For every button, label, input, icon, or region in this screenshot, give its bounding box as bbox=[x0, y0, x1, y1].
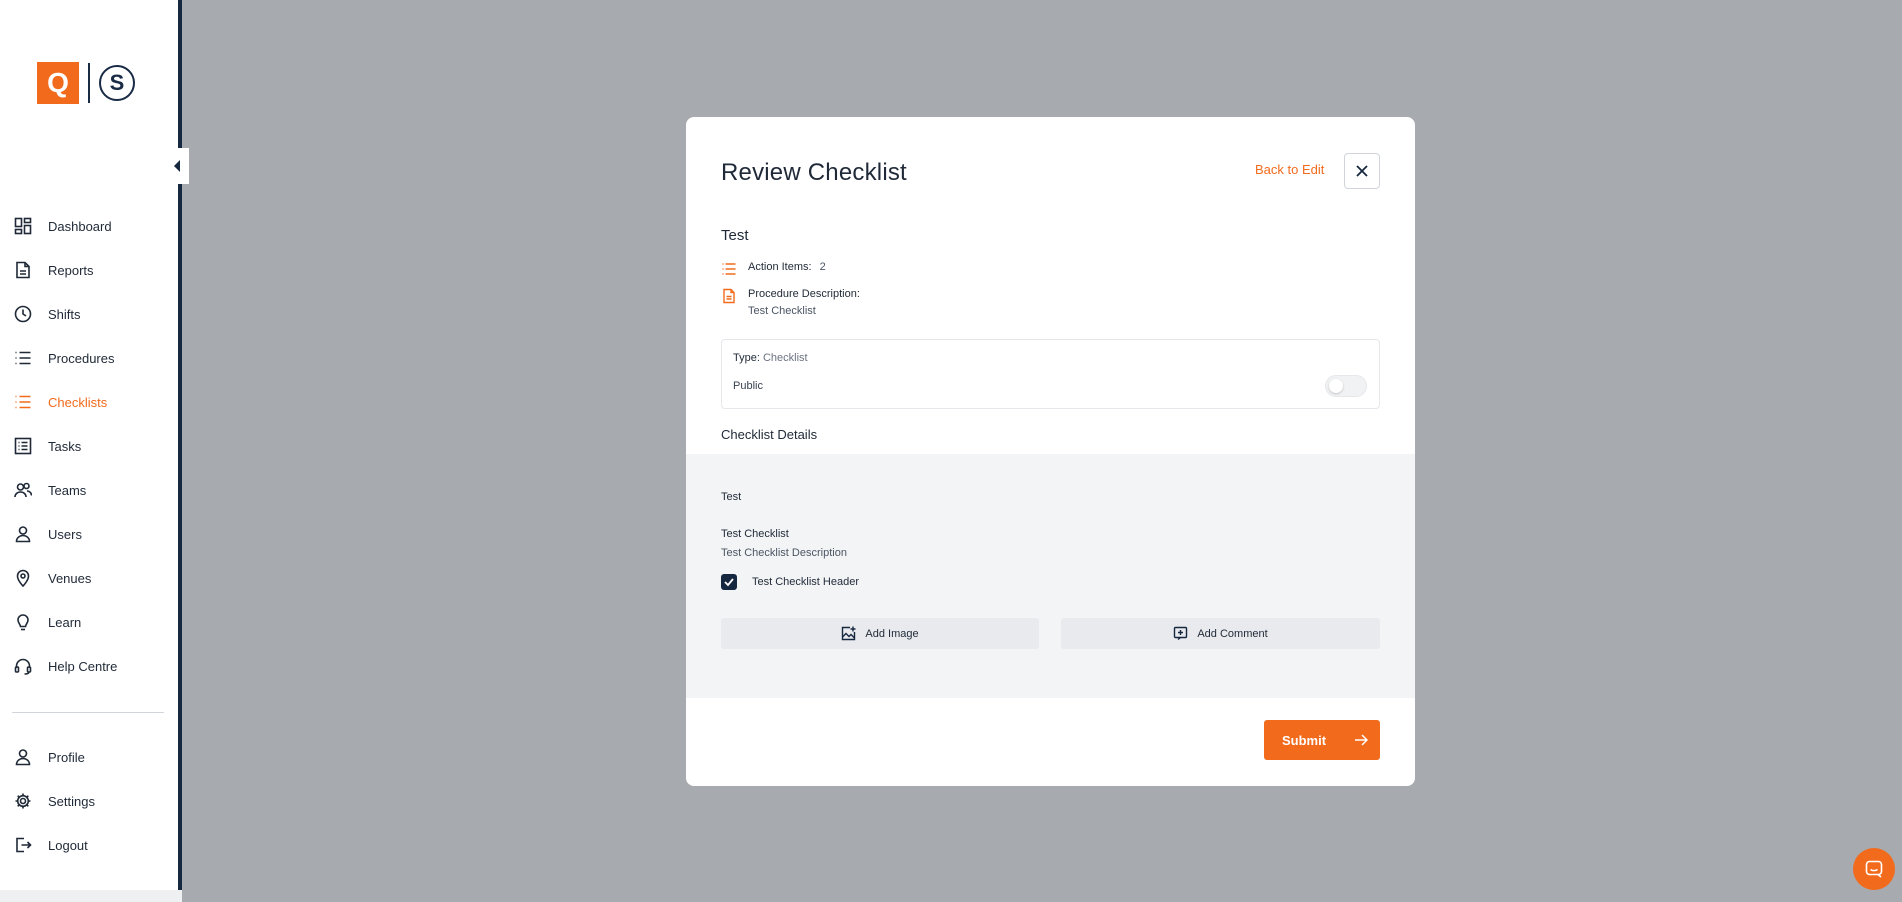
chevron-left-icon bbox=[174, 160, 180, 172]
add-comment-label: Add Comment bbox=[1197, 627, 1268, 640]
checklist-details-panel: Test Test Checklist Test Checklist Descr… bbox=[686, 454, 1415, 698]
sidebar-item-label: Logout bbox=[48, 837, 88, 853]
sidebar-item-profile[interactable]: Profile bbox=[14, 745, 85, 769]
document-icon bbox=[723, 288, 735, 304]
back-to-edit-link[interactable]: Back to Edit bbox=[1255, 162, 1324, 177]
chat-support-button[interactable] bbox=[1853, 848, 1895, 890]
sidebar-item-label: Venues bbox=[48, 570, 92, 586]
checklist-icon bbox=[722, 263, 736, 275]
checklist-header-label: Test Checklist Header bbox=[752, 576, 859, 588]
sidebar-item-checklists[interactable]: Checklists bbox=[14, 390, 107, 414]
logo: Q S bbox=[37, 62, 135, 104]
sidebar-item-dashboard[interactable]: Dashboard bbox=[14, 214, 112, 238]
checklist-header-row: Test Checklist Header bbox=[721, 574, 859, 590]
checklist-details-heading: Checklist Details bbox=[721, 427, 818, 442]
action-items-label: Action Items: bbox=[748, 261, 812, 273]
sidebar-item-label: Checklists bbox=[48, 394, 108, 410]
type-value: Checklist bbox=[762, 352, 808, 364]
sidebar-item-procedures[interactable]: Procedures bbox=[14, 346, 114, 370]
public-toggle[interactable] bbox=[1325, 375, 1367, 397]
sidebar-item-label: Users bbox=[48, 526, 82, 542]
sidebar-item-label: Teams bbox=[48, 482, 87, 498]
add-image-label: Add Image bbox=[865, 627, 919, 640]
procedure-description-value: Test Checklist bbox=[748, 305, 816, 317]
sidebar-item-learn[interactable]: Learn bbox=[14, 610, 81, 634]
checklist-icon bbox=[14, 393, 32, 411]
user-icon bbox=[14, 525, 32, 543]
sidebar-item-label: Tasks bbox=[48, 438, 82, 454]
sidebar-footer-strip bbox=[0, 890, 182, 902]
tasks-icon bbox=[14, 437, 32, 455]
type-settings-box: Type: Checklist Public bbox=[721, 339, 1380, 409]
gear-icon bbox=[14, 792, 32, 810]
document-icon bbox=[14, 261, 32, 279]
lightbulb-icon bbox=[14, 613, 32, 631]
public-label: Public bbox=[733, 380, 763, 392]
sidebar-item-help-centre[interactable]: Help Centre bbox=[14, 654, 117, 678]
sidebar: Q S Dashboard Reports Shifts Procedures … bbox=[0, 0, 189, 902]
checklist-name: Test bbox=[721, 227, 749, 244]
logo-q-mark: Q bbox=[37, 62, 79, 104]
submit-label: Submit bbox=[1282, 732, 1327, 748]
checkmark-icon bbox=[724, 578, 734, 587]
sidebar-item-label: Profile bbox=[48, 749, 85, 765]
procedure-description-row: Procedure Description: bbox=[721, 288, 860, 304]
sidebar-item-label: Help Centre bbox=[48, 658, 118, 674]
action-items-value: 2 bbox=[819, 261, 826, 273]
checklist-item-title: Test Checklist bbox=[721, 528, 789, 540]
close-icon bbox=[1356, 165, 1368, 177]
user-icon bbox=[14, 748, 32, 766]
header-checkbox[interactable] bbox=[721, 574, 737, 590]
dashboard-icon bbox=[14, 217, 32, 235]
collapse-sidebar-button[interactable] bbox=[165, 148, 189, 184]
type-label: Type: bbox=[733, 352, 760, 364]
procedure-description-label: Procedure Description: bbox=[748, 288, 860, 300]
close-button[interactable] bbox=[1344, 153, 1380, 189]
add-comment-icon bbox=[1174, 626, 1188, 641]
arrow-right-icon bbox=[1355, 734, 1368, 746]
section-title: Test bbox=[721, 491, 742, 503]
sidebar-item-label: Procedures bbox=[48, 350, 115, 366]
modal-title: Review Checklist bbox=[721, 159, 907, 186]
sidebar-item-tasks[interactable]: Tasks bbox=[14, 434, 81, 458]
sidebar-item-label: Settings bbox=[48, 793, 95, 809]
sidebar-item-label: Shifts bbox=[48, 306, 81, 322]
action-items-row: Action Items: 2 bbox=[721, 261, 826, 277]
sidebar-item-reports[interactable]: Reports bbox=[14, 258, 94, 282]
submit-button[interactable]: Submit bbox=[1264, 720, 1380, 760]
logo-divider bbox=[88, 63, 90, 103]
sidebar-item-shifts[interactable]: Shifts bbox=[14, 302, 81, 326]
chat-icon bbox=[1865, 860, 1883, 878]
add-comment-button[interactable]: Add Comment bbox=[1061, 618, 1380, 649]
clock-icon bbox=[14, 305, 32, 323]
sidebar-divider bbox=[12, 712, 164, 713]
sidebar-item-label: Dashboard bbox=[48, 218, 112, 234]
sidebar-item-venues[interactable]: Venues bbox=[14, 566, 91, 590]
list-icon bbox=[14, 349, 32, 367]
add-image-button[interactable]: Add Image bbox=[721, 618, 1039, 649]
sidebar-item-label: Reports bbox=[48, 262, 94, 278]
sidebar-item-logout[interactable]: Logout bbox=[14, 833, 88, 857]
headset-icon bbox=[14, 657, 32, 675]
team-icon bbox=[14, 481, 32, 499]
checklist-item-description: Test Checklist Description bbox=[721, 547, 847, 559]
sidebar-item-settings[interactable]: Settings bbox=[14, 789, 95, 813]
review-checklist-modal: Review Checklist Back to Edit Test Actio… bbox=[686, 117, 1415, 786]
sidebar-item-label: Learn bbox=[48, 614, 82, 630]
add-image-icon bbox=[842, 626, 856, 641]
sidebar-item-teams[interactable]: Teams bbox=[14, 478, 86, 502]
location-pin-icon bbox=[14, 569, 32, 587]
sidebar-item-users[interactable]: Users bbox=[14, 522, 82, 546]
logo-s-mark: S bbox=[99, 65, 135, 101]
type-row: Type: Checklist bbox=[733, 352, 808, 364]
logout-icon bbox=[14, 836, 32, 854]
toggle-knob bbox=[1329, 379, 1343, 393]
